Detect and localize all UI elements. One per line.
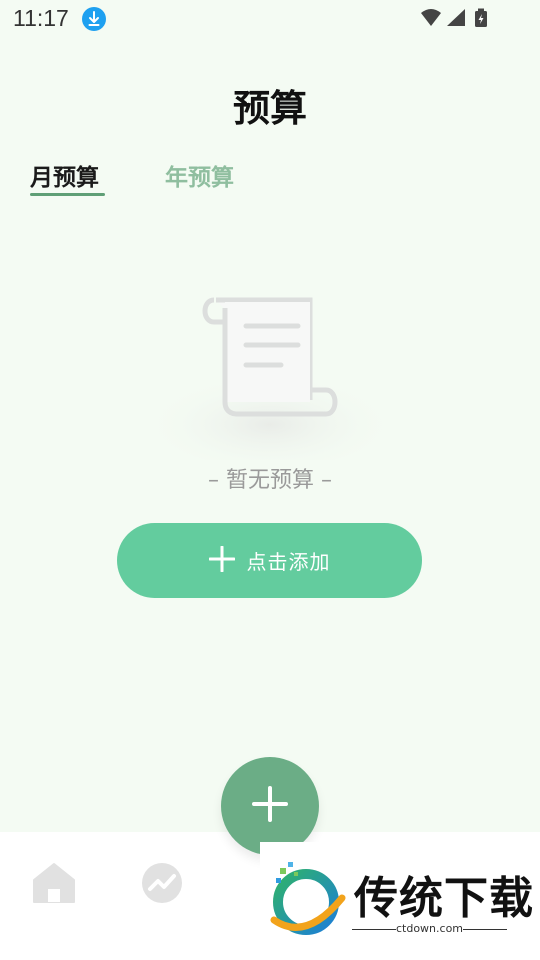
status-bar: 11:17	[0, 0, 540, 38]
status-time: 11:17	[13, 5, 69, 31]
chart-trend-icon[interactable]	[141, 862, 183, 904]
home-icon[interactable]	[31, 860, 77, 906]
signal-icon	[447, 9, 465, 26]
page-title: 预算	[233, 87, 307, 130]
empty-scroll-illustration	[148, 290, 392, 468]
watermark-title: 传统下载	[354, 873, 534, 924]
tab-monthly-budget[interactable]: 月预算	[30, 158, 99, 192]
status-icons	[420, 8, 500, 34]
empty-state-text: – 暂无预算 –	[208, 468, 332, 493]
active-tab-indicator	[30, 193, 105, 196]
watermark-url: ctdown.com	[395, 922, 464, 935]
fab-add-button[interactable]	[221, 757, 319, 855]
watermark-logo: 传统下载 ctdown.com	[260, 842, 540, 942]
add-budget-label: 点击添加	[246, 550, 331, 574]
add-budget-button[interactable]: 点击添加	[117, 523, 422, 598]
battery-icon	[475, 8, 487, 27]
plus-icon	[252, 786, 288, 826]
plus-icon	[208, 543, 235, 579]
download-icon	[82, 7, 106, 31]
tab-yearly-budget[interactable]: 年预算	[165, 158, 234, 192]
wifi-icon	[421, 9, 441, 26]
watermark-emblem-icon	[270, 862, 346, 935]
